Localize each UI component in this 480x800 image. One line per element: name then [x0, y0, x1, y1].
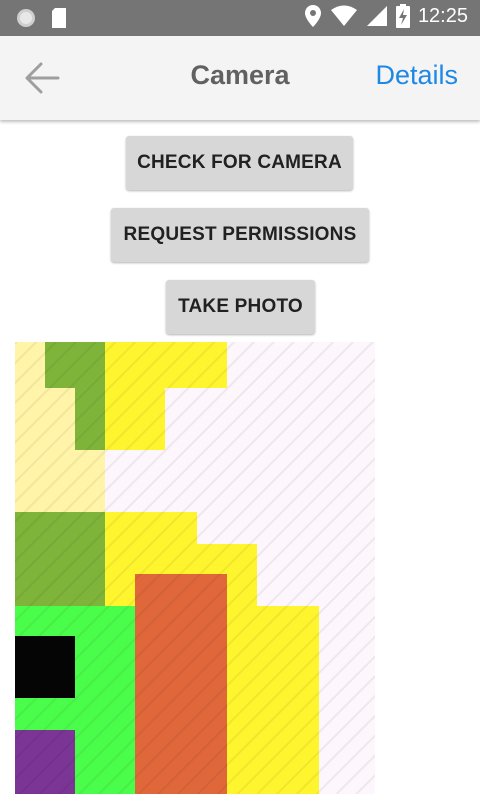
back-button[interactable]: [22, 58, 62, 98]
signal-icon: [366, 5, 388, 27]
check-camera-button[interactable]: CHECK FOR CAMERA: [126, 136, 353, 190]
status-bar: 12:25: [0, 0, 480, 36]
photo-hatch-overlay: [15, 342, 375, 794]
wifi-icon: [330, 5, 358, 27]
arrow-left-icon: [22, 62, 62, 102]
take-photo-button[interactable]: TAKE PHOTO: [166, 280, 315, 334]
sd-card-icon: [50, 7, 68, 29]
status-time: 12:25: [417, 4, 468, 27]
location-icon: [304, 4, 322, 28]
circle-icon: [16, 8, 36, 28]
battery-charging-icon: [395, 4, 410, 28]
request-permissions-button[interactable]: REQUEST PERMISSIONS: [111, 208, 369, 262]
photo-preview: [15, 342, 375, 794]
app-bar: Camera Details: [0, 36, 480, 120]
details-button[interactable]: Details: [375, 60, 458, 91]
